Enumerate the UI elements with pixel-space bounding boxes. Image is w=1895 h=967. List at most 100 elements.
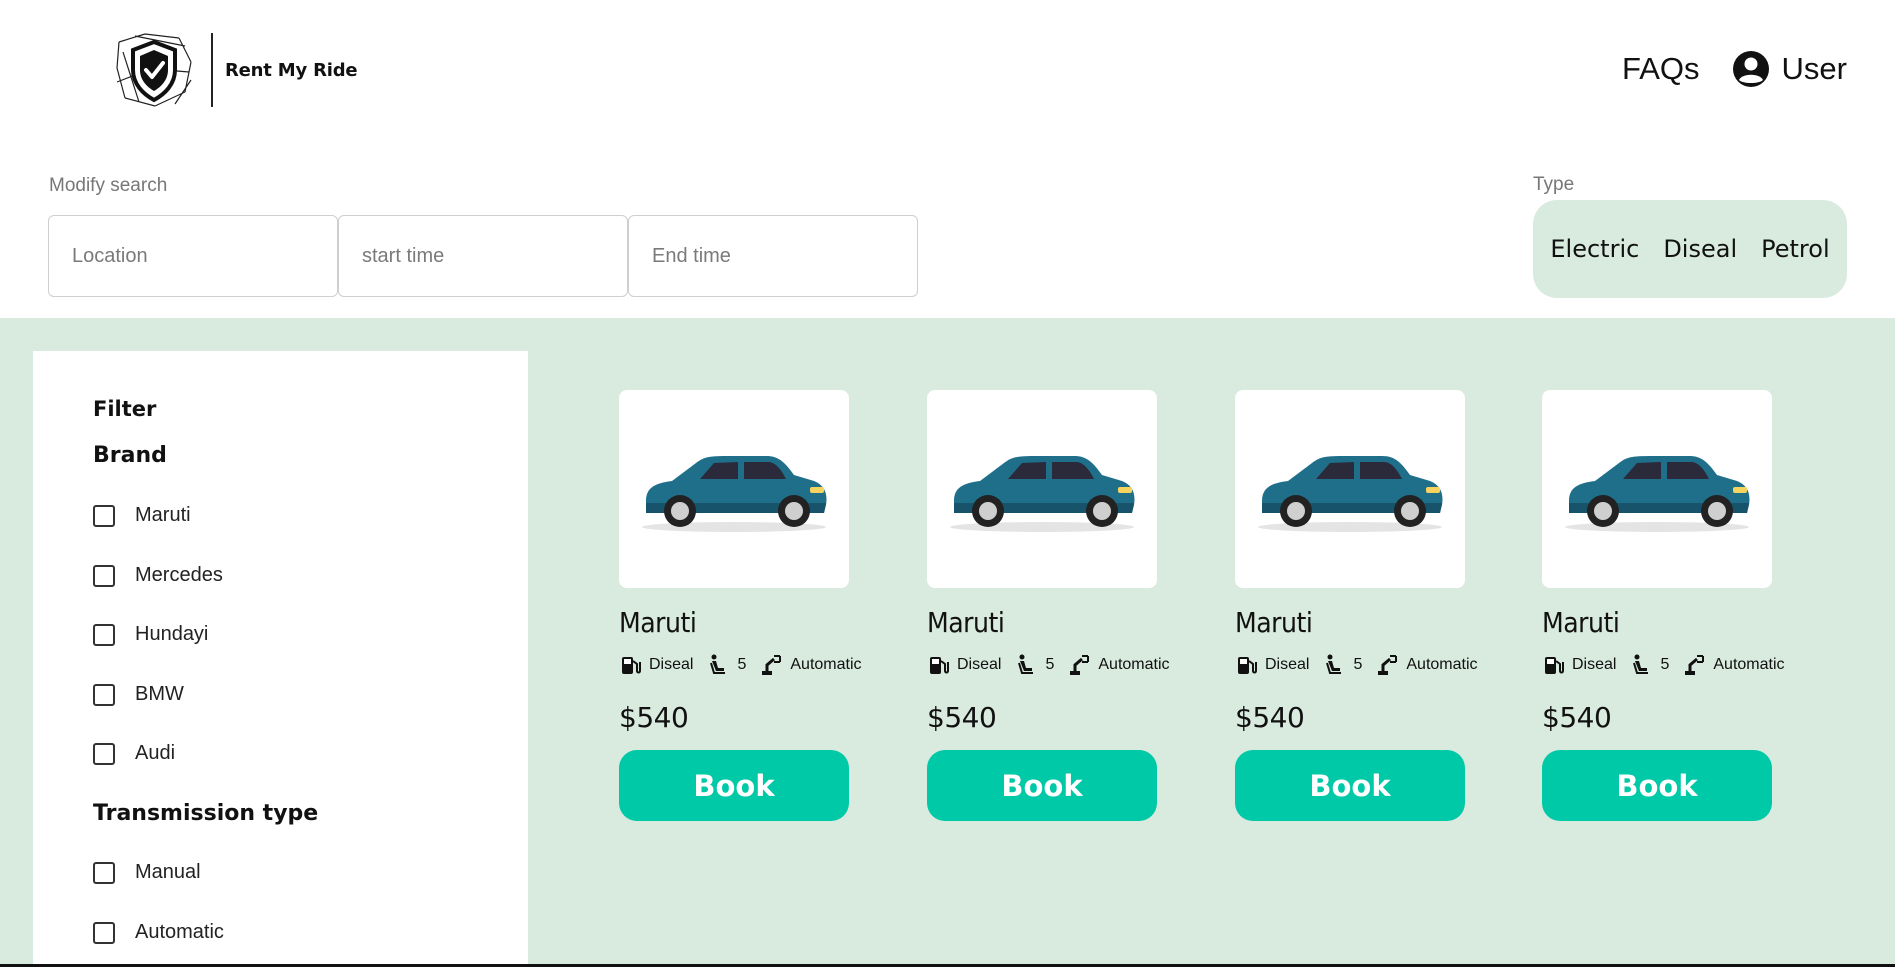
logo[interactable]: Rent My Ride: [115, 32, 358, 108]
car-name: Maruti: [619, 606, 697, 639]
car-specs: Diseal 5 Automatic: [1235, 653, 1478, 677]
modify-search-label: Modify search: [49, 175, 168, 196]
car-card: Maruti Diseal 5 Automatic $540 Book: [1542, 390, 1785, 821]
filter-title: Filter: [93, 397, 157, 421]
car-card: Maruti Diseal 5 Automatic $540 Book: [1235, 390, 1478, 821]
nav-faq-link[interactable]: FAQs: [1622, 51, 1700, 87]
checkbox[interactable]: [93, 921, 115, 944]
seat-spec: 5: [1015, 653, 1054, 677]
car-name: Maruti: [1542, 606, 1620, 639]
car-price: $540: [1235, 701, 1305, 734]
robot-arm-icon: [1378, 655, 1398, 675]
book-button[interactable]: Book: [1235, 750, 1465, 821]
car-name: Maruti: [927, 606, 1005, 639]
type-option-petrol[interactable]: Petrol: [1761, 235, 1829, 263]
car-price: $540: [619, 701, 689, 734]
brand-filter-mercedes[interactable]: Mercedes: [93, 564, 223, 587]
fuel-spec: Diseal: [927, 653, 1001, 677]
fuel-label: Diseal: [1572, 656, 1617, 673]
logo-divider: [211, 33, 213, 107]
fuel-pump-icon: [622, 657, 641, 674]
robot-arm-icon: [1070, 655, 1090, 675]
nav-user-menu[interactable]: User: [1732, 50, 1847, 88]
checkbox[interactable]: [93, 504, 115, 527]
transmission-spec: Automatic: [1683, 653, 1785, 677]
checkbox[interactable]: [93, 683, 115, 706]
type-option-diseal[interactable]: Diseal: [1663, 235, 1737, 263]
car-specs: Diseal 5 Automatic: [927, 653, 1170, 677]
seat-icon: [1018, 654, 1034, 674]
transmission-title: Transmission type: [93, 801, 319, 826]
location-input[interactable]: [48, 215, 338, 297]
car-specs: Diseal 5 Automatic: [619, 653, 862, 677]
fuel-spec: Diseal: [1542, 653, 1616, 677]
fuel-label: Diseal: [957, 656, 1002, 673]
brand-title: Brand: [93, 443, 167, 468]
brand-filter-audi[interactable]: Audi: [93, 742, 175, 765]
checkbox[interactable]: [93, 564, 115, 587]
checkbox[interactable]: [93, 742, 115, 765]
brand-name: Rent My Ride: [225, 59, 358, 81]
type-option-electric[interactable]: Electric: [1550, 235, 1639, 263]
seat-label: 5: [1660, 656, 1670, 673]
car-image[interactable]: [1235, 390, 1465, 588]
transmission-label: Automatic: [1713, 656, 1785, 673]
seat-spec: 5: [1323, 653, 1362, 677]
car-image[interactable]: [1542, 390, 1772, 588]
car-price: $540: [1542, 701, 1612, 734]
seat-label: 5: [1353, 656, 1363, 673]
top-nav: FAQs User: [1622, 50, 1847, 88]
car-illustration: [1258, 456, 1443, 532]
seat-icon: [710, 654, 726, 674]
checkbox[interactable]: [93, 623, 115, 646]
car-card: Maruti Diseal 5 Automatic $540 Book: [927, 390, 1170, 821]
car-price: $540: [927, 701, 997, 734]
transmission-label: Automatic: [790, 656, 862, 673]
brand-filter-maruti[interactable]: Maruti: [93, 504, 191, 527]
car-image[interactable]: [619, 390, 849, 588]
transmission-label: Automatic: [1098, 656, 1170, 673]
robot-arm-icon: [1685, 655, 1705, 675]
start-time-input[interactable]: [338, 215, 628, 297]
robot-arm-icon: [762, 655, 782, 675]
brand-label: Maruti: [135, 504, 191, 526]
car-name: Maruti: [1235, 606, 1313, 639]
seat-spec: 5: [1630, 653, 1669, 677]
car-specs: Diseal 5 Automatic: [1542, 653, 1785, 677]
brand-label: Audi: [135, 742, 176, 764]
transmission-label: Automatic: [135, 921, 224, 943]
user-circle-icon: [1732, 51, 1769, 87]
transmission-spec: Automatic: [760, 653, 862, 677]
checkbox[interactable]: [93, 861, 115, 884]
transmission-spec: Automatic: [1068, 653, 1170, 677]
book-button[interactable]: Book: [619, 750, 849, 821]
fuel-spec: Diseal: [1235, 653, 1309, 677]
brand-label: Hundayi: [135, 623, 209, 645]
book-button[interactable]: Book: [1542, 750, 1772, 821]
type-selector: Electric Diseal Petrol: [1533, 200, 1847, 298]
transmission-label: Automatic: [1406, 656, 1478, 673]
transmission-filter-manual[interactable]: Manual: [93, 861, 201, 884]
brand-label: Mercedes: [135, 564, 223, 586]
seat-spec: 5: [707, 653, 746, 677]
nav-user-label: User: [1781, 51, 1847, 86]
fuel-spec: Diseal: [619, 653, 693, 677]
seat-icon: [1326, 654, 1342, 674]
car-card: Maruti Diseal 5 Automatic $540 Book: [619, 390, 862, 821]
book-button[interactable]: Book: [927, 750, 1157, 821]
transmission-filter-automatic[interactable]: Automatic: [93, 921, 224, 944]
search-row: [48, 215, 918, 297]
brand-filter-bmw[interactable]: BMW: [93, 683, 184, 706]
end-time-input[interactable]: [628, 215, 918, 297]
brand-label: BMW: [135, 683, 184, 705]
transmission-spec: Automatic: [1376, 653, 1478, 677]
car-image[interactable]: [927, 390, 1157, 588]
seat-label: 5: [1045, 656, 1055, 673]
seat-icon: [1633, 654, 1649, 674]
filter-sidebar: Filter Brand Maruti Mercedes Hundayi BMW…: [33, 351, 528, 967]
brand-filter-hundayi[interactable]: Hundayi: [93, 623, 208, 646]
car-illustration: [642, 456, 827, 532]
car-illustration: [1565, 456, 1750, 532]
header: Rent My Ride FAQs User: [0, 0, 1895, 140]
fuel-pump-icon: [1545, 657, 1564, 674]
